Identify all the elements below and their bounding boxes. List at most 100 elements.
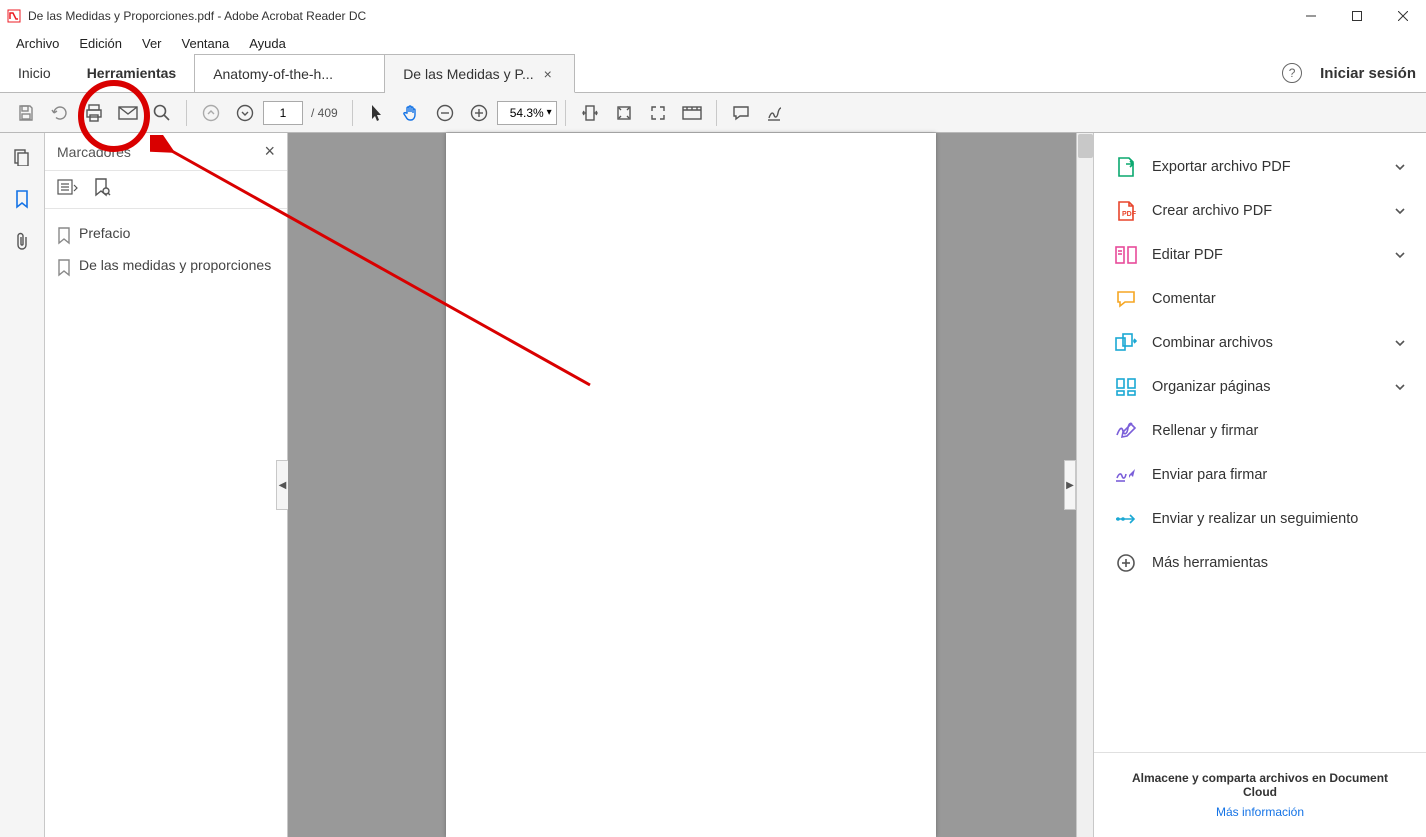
more-icon bbox=[1114, 551, 1138, 575]
print-icon[interactable] bbox=[78, 97, 110, 129]
bookmark-find-icon[interactable] bbox=[93, 177, 111, 202]
tab-doc-0[interactable]: Anatomy-of-the-h... bbox=[195, 54, 385, 92]
fullscreen-icon[interactable] bbox=[642, 97, 674, 129]
chevron-down-icon bbox=[1394, 379, 1406, 395]
tabbar: Inicio Herramientas Anatomy-of-the-h... … bbox=[0, 54, 1426, 93]
rtool-edit[interactable]: Editar PDF bbox=[1094, 233, 1426, 277]
app-icon bbox=[6, 8, 22, 24]
comment-icon[interactable] bbox=[725, 97, 757, 129]
bookmarks-options-icon[interactable] bbox=[57, 179, 79, 200]
toolbar-separator bbox=[716, 100, 717, 126]
rtool-label: Combinar archivos bbox=[1152, 335, 1273, 351]
expand-rpanel-icon[interactable]: ▶ bbox=[1064, 460, 1076, 510]
minimize-button[interactable] bbox=[1288, 0, 1334, 32]
titlebar: De las Medidas y Proporciones.pdf - Adob… bbox=[0, 0, 1426, 32]
chevron-down-icon bbox=[1394, 159, 1406, 175]
page-down-icon[interactable] bbox=[229, 97, 261, 129]
bookmarks-icon[interactable] bbox=[10, 187, 34, 211]
bookmarks-close-icon[interactable]: × bbox=[264, 141, 275, 162]
rtool-label: Organizar páginas bbox=[1152, 379, 1271, 395]
bookmark-label: Prefacio bbox=[79, 225, 130, 241]
fit-page-icon[interactable] bbox=[608, 97, 640, 129]
hand-tool-icon[interactable] bbox=[395, 97, 427, 129]
chevron-down-icon bbox=[1394, 335, 1406, 351]
tab-doc-1[interactable]: De las Medidas y P... × bbox=[385, 54, 575, 93]
svg-text:PDF: PDF bbox=[1122, 211, 1136, 218]
document-area[interactable]: ▶ bbox=[288, 133, 1093, 837]
rtool-combine[interactable]: Combinar archivos bbox=[1094, 321, 1426, 365]
bookmarks-panel: Marcadores × Prefacio De las medidas y p… bbox=[45, 133, 288, 837]
select-tool-icon[interactable] bbox=[361, 97, 393, 129]
menu-ventana[interactable]: Ventana bbox=[174, 34, 238, 53]
rtool-label: Editar PDF bbox=[1152, 247, 1223, 263]
zoom-select[interactable]: 54.3%▾ bbox=[497, 101, 557, 125]
close-button[interactable] bbox=[1380, 0, 1426, 32]
rtool-label: Comentar bbox=[1152, 291, 1216, 307]
read-mode-icon[interactable] bbox=[676, 97, 708, 129]
zoom-in-icon[interactable] bbox=[463, 97, 495, 129]
combine-icon bbox=[1114, 331, 1138, 355]
rtool-sendsign[interactable]: Enviar para firmar bbox=[1094, 453, 1426, 497]
tab-tools-label: Herramientas bbox=[87, 65, 177, 81]
page-up-icon[interactable] bbox=[195, 97, 227, 129]
rtool-export[interactable]: Exportar archivo PDF bbox=[1094, 145, 1426, 189]
zoom-out-icon[interactable] bbox=[429, 97, 461, 129]
save-icon[interactable] bbox=[10, 97, 42, 129]
rtool-label: Crear archivo PDF bbox=[1152, 203, 1272, 219]
menu-ver[interactable]: Ver bbox=[134, 34, 170, 53]
signin-button[interactable]: Iniciar sesión bbox=[1320, 65, 1416, 82]
tab-tools[interactable]: Herramientas bbox=[69, 54, 196, 92]
sign-icon[interactable] bbox=[759, 97, 791, 129]
undo-icon[interactable] bbox=[44, 97, 76, 129]
bookmarks-title: Marcadores bbox=[57, 144, 131, 160]
window-title: De las Medidas y Proporciones.pdf - Adob… bbox=[28, 9, 366, 23]
rtool-label: Rellenar y firmar bbox=[1152, 423, 1258, 439]
maximize-button[interactable] bbox=[1334, 0, 1380, 32]
fillsign-icon bbox=[1114, 419, 1138, 443]
tab-close-icon[interactable]: × bbox=[544, 66, 552, 82]
page-input[interactable] bbox=[263, 101, 303, 125]
attachments-icon[interactable] bbox=[10, 229, 34, 253]
rtool-more[interactable]: Más herramientas bbox=[1094, 541, 1426, 585]
create-icon: PDF bbox=[1114, 199, 1138, 223]
bookmark-item[interactable]: Prefacio bbox=[53, 219, 279, 251]
rtool-organize[interactable]: Organizar páginas bbox=[1094, 365, 1426, 409]
sendsign-icon bbox=[1114, 463, 1138, 487]
thumbnails-icon[interactable] bbox=[10, 145, 34, 169]
tab-home-label: Inicio bbox=[18, 65, 51, 81]
left-rail bbox=[0, 133, 45, 837]
fit-width-icon[interactable] bbox=[574, 97, 606, 129]
scrollbar-thumb[interactable] bbox=[1078, 134, 1093, 158]
toolbar-separator bbox=[186, 100, 187, 126]
organize-icon bbox=[1114, 375, 1138, 399]
menubar: Archivo Edición Ver Ventana Ayuda bbox=[0, 32, 1426, 54]
rtool-comment[interactable]: Comentar bbox=[1094, 277, 1426, 321]
chevron-down-icon bbox=[1394, 203, 1406, 219]
scrollbar[interactable] bbox=[1076, 133, 1093, 837]
cloud-promo-heading: Almacene y comparta archivos en Document… bbox=[1114, 771, 1406, 799]
right-panel: Exportar archivo PDF PDF Crear archivo PDF… bbox=[1093, 133, 1426, 837]
track-icon bbox=[1114, 507, 1138, 531]
toolbar: / 409 54.3%▾ bbox=[0, 93, 1426, 133]
search-icon[interactable] bbox=[146, 97, 178, 129]
tab-doc-0-label: Anatomy-of-the-h... bbox=[213, 66, 333, 82]
cloud-promo-link[interactable]: Más información bbox=[1114, 805, 1406, 819]
collapse-panel-icon[interactable]: ◀ bbox=[276, 460, 288, 510]
rtool-fillsign[interactable]: Rellenar y firmar bbox=[1094, 409, 1426, 453]
help-icon[interactable]: ? bbox=[1282, 63, 1302, 83]
rtool-label: Exportar archivo PDF bbox=[1152, 159, 1291, 175]
menu-edicion[interactable]: Edición bbox=[71, 34, 130, 53]
page-total: / 409 bbox=[311, 106, 338, 120]
email-icon[interactable] bbox=[112, 97, 144, 129]
bookmark-item[interactable]: De las medidas y proporciones bbox=[53, 251, 279, 283]
rtool-track[interactable]: Enviar y realizar un seguimiento bbox=[1094, 497, 1426, 541]
chevron-down-icon bbox=[1394, 247, 1406, 263]
rtool-label: Más herramientas bbox=[1152, 555, 1268, 571]
toolbar-separator bbox=[565, 100, 566, 126]
rtool-create[interactable]: PDF Crear archivo PDF bbox=[1094, 189, 1426, 233]
menu-archivo[interactable]: Archivo bbox=[8, 34, 67, 53]
menu-ayuda[interactable]: Ayuda bbox=[241, 34, 294, 53]
tab-home[interactable]: Inicio bbox=[0, 54, 69, 92]
zoom-value: 54.3% bbox=[510, 106, 544, 120]
toolbar-separator bbox=[352, 100, 353, 126]
